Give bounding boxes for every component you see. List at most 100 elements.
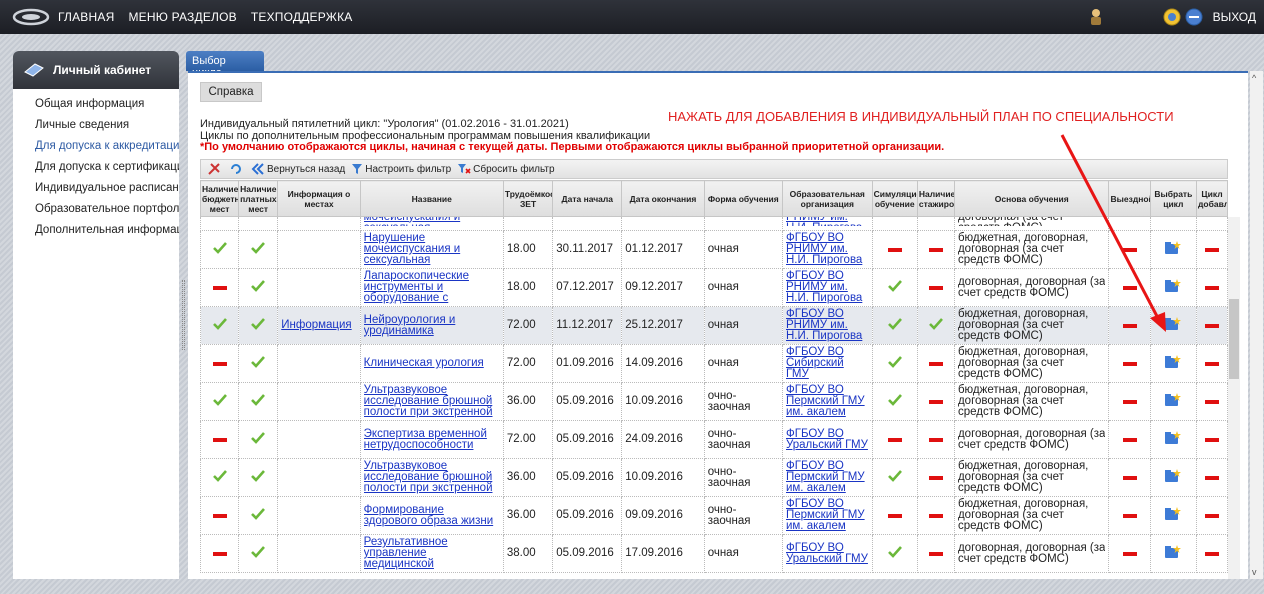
select-cycle-button[interactable] [1149,230,1198,269]
grid-scrollbar-thumb[interactable] [1229,299,1239,379]
cycle-name-link[interactable]: Экспертиза временной нетрудоспособности [364,428,500,451]
cell-start-date: 30.11.2017 [552,230,623,269]
exit-link[interactable]: ВЫХОД [1213,10,1256,24]
select-cycle-button[interactable] [1149,268,1198,307]
col-vyezd-header[interactable]: Выездной [1108,180,1151,217]
col-sim-header[interactable]: Симуляционное обучение [871,180,918,217]
grid-scrollbar[interactable] [1228,217,1240,579]
cycle-name-link[interactable]: Нарушение мочеиспускания и сексуальная [364,232,500,266]
top-bar: ГЛАВНАЯ МЕНЮ РАЗДЕЛОВ ТЕХПОДДЕРЖКА ВЫХОД [0,0,1264,34]
org-link[interactable]: ФГБОУ ВО РНИМУ им. Н.И. Пирогова [786,232,869,266]
org-link[interactable]: ФГБОУ ВО РНИМУ им. Н.И. Пирогова [786,308,869,342]
cycle-name-link[interactable]: Результативное управление медицинской [364,536,500,570]
cell-added [1196,230,1228,269]
back-button[interactable]: Вернуться назад [251,163,345,175]
scroll-up-icon[interactable]: ^ [1252,73,1256,83]
partial-row-org[interactable]: РНИМУ им. Н.И. Пирогова [786,218,869,226]
col-intern-header[interactable]: Наличие стажировки [916,180,955,217]
dash-icon [1122,324,1137,328]
col-end-header[interactable]: Дата окончания [621,180,705,217]
sidebar-item-schedule[interactable]: Индивидуальное расписание [13,177,179,198]
table-row[interactable]: Лапароскопические инструменты и оборудов… [199,268,1228,307]
select-cycle-button[interactable] [1149,420,1198,459]
col-added-header[interactable]: Цикл добавлен [1196,180,1228,217]
org-link[interactable]: ФГБОУ ВО РНИМУ им. Н.И. Пирогова [786,270,869,304]
sidebar-item-accreditation[interactable]: Для допуска к аккредитации [13,135,179,156]
cycle-name-link[interactable]: Нейроурология и уродинамика [364,314,500,337]
reset-filter-button[interactable]: Сбросить фильтр [457,163,555,175]
col-budget-header[interactable]: Наличие бюджетных мест [199,180,240,217]
partial-row-basis: договорная (за счет средств ФОМС) [957,216,1064,226]
tools-icon[interactable] [207,162,223,176]
check-icon [251,432,266,444]
nav-home[interactable]: ГЛАВНАЯ [58,10,114,24]
personal-cabinet-header: Личный кабинет [13,51,179,89]
org-link[interactable]: ФГБОУ ВО Пермский ГМУ им. акалем [786,498,869,532]
cell-form: очная [703,344,783,383]
zoom-in-icon[interactable] [1163,8,1181,26]
sidebar-item-additional[interactable]: Дополнительная информация [13,219,179,240]
scroll-down-icon[interactable]: v [1252,567,1257,577]
cycle-name-link[interactable]: Формирование здорового образа жизни [364,504,500,527]
nav-sections-menu[interactable]: МЕНЮ РАЗДЕЛОВ [128,10,236,24]
cell-basis: бюджетная, договорная, договорная (за сч… [953,496,1110,535]
select-cycle-button[interactable] [1149,458,1198,497]
table-row[interactable]: Нарушение мочеиспускания и сексуальная 18… [199,230,1228,269]
cell-added [1196,344,1228,383]
info-link[interactable]: Информация [281,319,351,331]
col-zet-header[interactable]: Трудоёмкость ЗЕТ [502,180,554,217]
org-link[interactable]: ФГБОУ ВО Сибирский ГМУ [786,346,869,380]
table-row[interactable]: Формирование здорового образа жизни 36.00… [199,496,1228,535]
page-scrollbar[interactable]: ^ v [1250,71,1263,579]
select-cycle-button[interactable] [1149,344,1198,383]
col-basis-header[interactable]: Основа обучения [953,180,1110,217]
org-link[interactable]: ФГБОУ ВО Уральский ГМУ [786,542,869,565]
check-icon [251,546,266,558]
table-row[interactable]: Ультразвуковое исследование брюшной поло… [199,458,1228,497]
zoom-out-icon[interactable] [1185,8,1203,26]
filter-button[interactable]: Настроить фильтр [351,163,451,175]
cell-basis: бюджетная, договорная, договорная (за сч… [953,382,1110,421]
select-cycle-button[interactable] [1149,306,1198,345]
org-link[interactable]: ФГБОУ ВО Пермский ГМУ им. акалем [786,460,869,494]
sidebar-item-certification[interactable]: Для допуска к сертификации [13,156,179,177]
col-info-header[interactable]: Информация о местах [277,180,361,217]
cell-start-date: 05.09.2016 [552,534,623,573]
sidebar-item-personal[interactable]: Личные сведения [13,114,179,135]
cycle-name-link[interactable]: Ультразвуковое исследование брюшной поло… [364,384,500,418]
help-button[interactable]: Справка [200,82,262,102]
refresh-icon[interactable] [229,162,245,176]
table-row[interactable]: Ультразвуковое исследование брюшной поло… [199,382,1228,421]
table-row[interactable]: Информация Нейроурология и уродинамика 72.… [199,306,1228,345]
panel-splitter[interactable] [182,280,185,350]
cell-intern [916,268,955,307]
sidebar-item-portfolio[interactable]: Образовательное портфолио [13,198,179,219]
table-row[interactable]: Клиническая урология 72.00 01.09.2016 14.09… [199,344,1228,383]
table-row[interactable]: Результативное управление медицинской 38.… [199,534,1228,573]
check-icon [251,470,266,482]
sidebar-item-general[interactable]: Общая информация [13,93,179,114]
dash-icon [1122,438,1137,442]
partial-row-name[interactable]: мочеиспускания и сексуальная [364,218,500,226]
select-cycle-button[interactable] [1149,534,1198,573]
cycle-name-link[interactable]: Ультразвуковое исследование брюшной поло… [364,460,500,494]
tab-cycle-selection[interactable]: Выбор цикла [186,51,264,79]
select-cycle-button[interactable] [1149,382,1198,421]
org-link[interactable]: ФГБОУ ВО Пермский ГМУ им. акалем [786,384,869,418]
col-paid-header[interactable]: Наличие платных мест [238,180,279,217]
user-icon[interactable] [1089,8,1103,26]
col-select-header[interactable]: Выбрать цикл [1149,180,1198,217]
table-row[interactable]: Экспертиза временной нетрудоспособности 7… [199,420,1228,459]
cycle-name-link[interactable]: Лапароскопические инструменты и оборудов… [364,270,500,304]
cell-info [277,420,361,459]
nav-support[interactable]: ТЕХПОДДЕРЖКА [251,10,353,24]
col-start-header[interactable]: Дата начала [552,180,623,217]
col-org-header[interactable]: Образовательная организация [781,180,873,217]
col-name-header[interactable]: Название [359,180,504,217]
select-cycle-button[interactable] [1149,496,1198,535]
add-to-plan-icon [1165,279,1182,292]
col-form-header[interactable]: Форма обучения [703,180,783,217]
cycle-name-link[interactable]: Клиническая урология [364,357,500,369]
cell-info [277,230,361,269]
org-link[interactable]: ФГБОУ ВО Уральский ГМУ [786,428,869,451]
